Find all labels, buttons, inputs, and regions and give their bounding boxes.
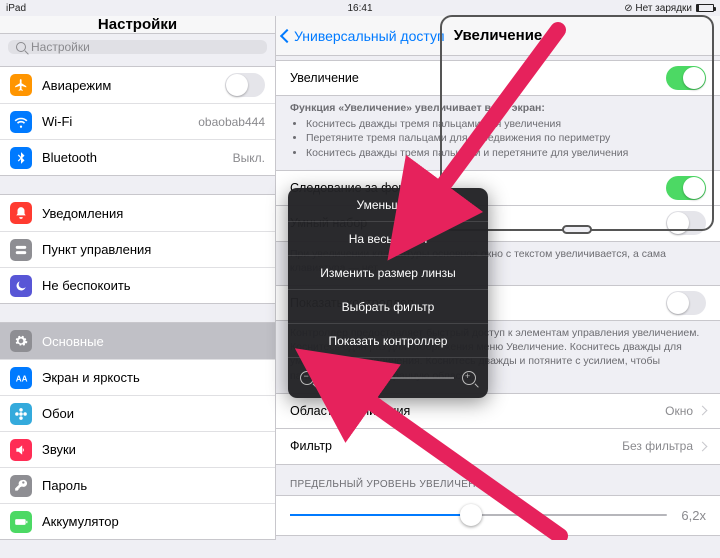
sidebar-item-flower[interactable]: Обои: [0, 395, 275, 431]
bluetooth-icon: [10, 147, 32, 169]
popover-item[interactable]: Изменить размер линзы: [288, 256, 488, 290]
sidebar-item-bluetooth[interactable]: BluetoothВыкл.: [0, 139, 275, 175]
sidebar-item-moon[interactable]: Не беспокоить: [0, 267, 275, 303]
moon-icon: [10, 275, 32, 297]
sidebar-item-gear[interactable]: Основные: [0, 323, 275, 359]
filter-row[interactable]: Фильтр Без фильтра: [276, 429, 720, 465]
max-level-value: 6,2x: [681, 508, 706, 523]
sidebar-item-bell[interactable]: Уведомления: [0, 195, 275, 231]
battery-icon: [10, 511, 32, 533]
speaker-icon: [10, 439, 32, 461]
airplane-switch[interactable]: [225, 73, 265, 97]
chevron-right-icon: [698, 406, 708, 416]
zoom-in-icon[interactable]: [462, 371, 476, 385]
sidebar-header: Настройки: [0, 16, 275, 34]
sidebar-item-battery[interactable]: Аккумулятор: [0, 503, 275, 539]
popover-item[interactable]: Выбрать фильтр: [288, 290, 488, 324]
show-controller-switch[interactable]: [666, 291, 706, 315]
popover-zoom-slider[interactable]: [288, 358, 488, 398]
sidebar-item-wifi[interactable]: Wi-Fiobaobab444: [0, 103, 275, 139]
wifi-icon: [10, 111, 32, 133]
popover-item[interactable]: Уменьшить: [288, 188, 488, 222]
zoom-lens-handle[interactable]: [562, 225, 592, 234]
popover-item[interactable]: Показать контроллер: [288, 324, 488, 358]
clock: 16:41: [347, 3, 372, 14]
sidebar-title: Настройки: [98, 16, 177, 33]
chevron-right-icon: [698, 441, 708, 451]
charge-label: ⊘ Нет зарядки: [624, 3, 692, 14]
search-input[interactable]: Настройки: [8, 40, 267, 54]
device-label: iPad: [6, 3, 26, 14]
settings-sidebar: Настройки Настройки АвиарежимWi-Fiobaoba…: [0, 16, 276, 540]
back-button[interactable]: Универсальный доступ: [282, 28, 445, 44]
gear-icon: [10, 330, 32, 352]
key-icon: [10, 475, 32, 497]
zoom-out-icon[interactable]: [300, 371, 314, 385]
sidebar-item-aa[interactable]: AAЭкран и яркость: [0, 359, 275, 395]
chevron-left-icon: [280, 28, 294, 42]
flower-icon: [10, 403, 32, 425]
zoom-popover: УменьшитьНа весь экранИзменить размер ли…: [288, 188, 488, 398]
max-level-slider[interactable]: [290, 514, 667, 516]
airplane-icon: [10, 74, 32, 96]
aa-icon: AA: [10, 367, 32, 389]
zoom-area-row[interactable]: Область увеличения Окно: [276, 393, 720, 429]
search-icon: [16, 42, 26, 52]
sidebar-item-speaker[interactable]: Звуки: [0, 431, 275, 467]
sidebar-item-airplane[interactable]: Авиарежим: [0, 67, 275, 103]
sidebar-item-toggles[interactable]: Пункт управления: [0, 231, 275, 267]
max-level-slider-row[interactable]: 6,2x: [276, 495, 720, 536]
sidebar-item-key[interactable]: Пароль: [0, 467, 275, 503]
battery-icon: [696, 4, 714, 12]
svg-text:AA: AA: [16, 374, 28, 383]
bell-icon: [10, 202, 32, 224]
toggles-icon: [10, 239, 32, 261]
popover-item[interactable]: На весь экран: [288, 222, 488, 256]
max-level-header: ПРЕДЕЛЬНЫЙ УРОВЕНЬ УВЕЛИЧЕНИЯ: [276, 465, 720, 495]
